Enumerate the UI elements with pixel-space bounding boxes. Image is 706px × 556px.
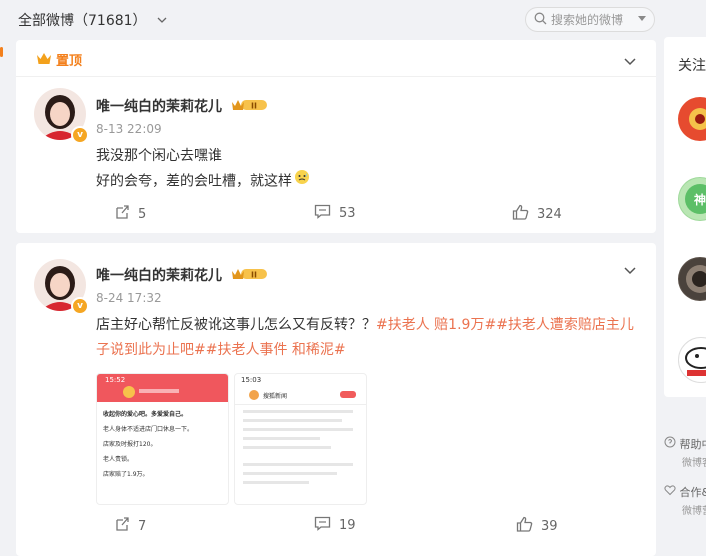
like-button[interactable]: 324 xyxy=(512,204,562,224)
verified-badge: v xyxy=(71,126,89,144)
post-image[interactable]: 15:52 收起你的爱心吧。多爱爱自己。 老人身体不适进店门口休息一下。 店家及… xyxy=(96,373,229,505)
help-center-sub: 微博客 xyxy=(682,458,706,469)
post-body: 店主好心帮忙反被讹这事儿怎么又有反转？？ xyxy=(96,317,376,333)
emoji-icon xyxy=(294,169,310,194)
comment-count: 53 xyxy=(339,206,356,221)
right-sidebar-panel: 关注 神 xyxy=(664,37,706,397)
user-name-text: 唯一纯白的茉莉花儿 xyxy=(96,268,222,284)
thumbs-up-icon xyxy=(512,204,529,224)
search-placeholder: 搜索她的微博 xyxy=(551,13,624,27)
image-header: 15:03 xyxy=(235,374,366,388)
repost-button[interactable]: 7 xyxy=(114,516,146,536)
repost-count: 7 xyxy=(138,518,147,534)
post-time[interactable]: 8-24 17:32 xyxy=(96,291,162,305)
svg-text:II: II xyxy=(251,271,257,280)
side-indicator xyxy=(0,47,3,57)
comment-icon xyxy=(314,204,331,223)
heart-icon xyxy=(664,485,676,499)
hashtag-link[interactable]: #扶老人事件 和稀泥# xyxy=(206,342,346,358)
post-line: 我没那个闲心去嘿谁 xyxy=(96,148,222,164)
recommended-avatar[interactable]: 神 xyxy=(678,177,706,221)
help-icon xyxy=(664,436,676,451)
like-button[interactable]: 39 xyxy=(516,516,558,536)
search-dropdown-icon[interactable] xyxy=(638,16,646,21)
comment-button[interactable]: 53 xyxy=(314,204,356,223)
search-icon xyxy=(534,10,547,29)
post-card-pinned: 置顶 v 唯一纯白的茉莉花儿 II 8-13 22:09 我没那个闲心去嘿谁 好… xyxy=(16,40,656,233)
user-name[interactable]: 唯一纯白的茉莉花儿 II xyxy=(96,96,269,116)
post-time[interactable]: 8-13 22:09 xyxy=(96,122,162,136)
thumbs-up-icon xyxy=(516,516,533,536)
image-avatar xyxy=(249,390,259,400)
vip-crown-icon: II xyxy=(231,267,269,285)
verified-badge: v xyxy=(71,297,89,315)
user-name[interactable]: 唯一纯白的茉莉花儿 II xyxy=(96,265,269,285)
search-input[interactable]: 搜索她的微博 xyxy=(525,7,655,32)
image-status-time: 15:52 xyxy=(105,376,126,384)
chevron-down-icon xyxy=(157,14,167,28)
repost-icon xyxy=(114,204,130,224)
pinned-header: 置顶 xyxy=(36,50,82,69)
image-nav: 搜狐新闻 xyxy=(235,388,366,405)
follow-title: 关注 xyxy=(678,58,706,74)
comment-icon xyxy=(314,516,331,535)
image-header: 15:52 xyxy=(97,374,228,402)
vip-crown-icon: II xyxy=(231,98,269,116)
top-bar: 全部微博（71681） 搜索她的微博 xyxy=(0,0,660,40)
more-options-icon[interactable] xyxy=(624,261,636,275)
more-options-icon[interactable] xyxy=(624,52,636,66)
recommended-avatar[interactable] xyxy=(678,97,706,141)
image-status-time: 15:03 xyxy=(241,376,262,384)
svg-text:II: II xyxy=(251,102,257,111)
image-lines xyxy=(243,410,353,484)
cooperation-link[interactable]: 合作& xyxy=(664,484,706,500)
all-weibo-filter[interactable]: 全部微博（71681） xyxy=(18,10,167,30)
post-text: 店主好心帮忙反被讹这事儿怎么又有反转？？#扶老人 赔1.9万##扶老人遭索赔店主… xyxy=(96,313,636,363)
pinned-label: 置顶 xyxy=(56,54,83,69)
divider xyxy=(16,76,656,77)
user-name-text: 唯一纯白的茉莉花儿 xyxy=(96,99,222,115)
image-follow-pill xyxy=(340,391,356,398)
image-placeholder-bar xyxy=(139,389,179,393)
help-center-link[interactable]: 帮助中 xyxy=(664,436,706,452)
recommended-avatar[interactable] xyxy=(678,257,706,301)
comment-button[interactable]: 19 xyxy=(314,516,356,535)
svg-text:神: 神 xyxy=(694,192,706,207)
hashtag-link[interactable]: #扶老人 赔1.9万# xyxy=(376,317,496,333)
like-count: 324 xyxy=(537,206,562,222)
cooperation-sub: 微博营 xyxy=(682,506,706,517)
image-avatar xyxy=(123,386,135,398)
repost-count: 5 xyxy=(138,206,147,222)
repost-button[interactable]: 5 xyxy=(114,204,146,224)
image-tab: 搜狐新闻 xyxy=(263,393,288,400)
comment-count: 19 xyxy=(339,518,356,533)
post-image[interactable]: 15:03 搜狐新闻 xyxy=(234,373,367,505)
repost-icon xyxy=(114,516,130,536)
post-text: 我没那个闲心去嘿谁 好的会夸，差的会吐槽，就这样 xyxy=(96,144,636,195)
all-weibo-label: 全部微博（71681） xyxy=(18,13,147,29)
recommended-avatar[interactable] xyxy=(678,337,706,383)
post-card: v 唯一纯白的茉莉花儿 II 8-24 17:32 店主好心帮忙反被讹这事儿怎么… xyxy=(16,243,656,556)
post-line: 好的会夸，差的会吐槽，就这样 xyxy=(96,169,636,195)
image-text: 收起你的爱心吧。多爱爱自己。 老人身体不适进店门口休息一下。 店家及时报打120… xyxy=(103,411,194,478)
crown-icon xyxy=(36,50,52,69)
like-count: 39 xyxy=(541,518,558,534)
